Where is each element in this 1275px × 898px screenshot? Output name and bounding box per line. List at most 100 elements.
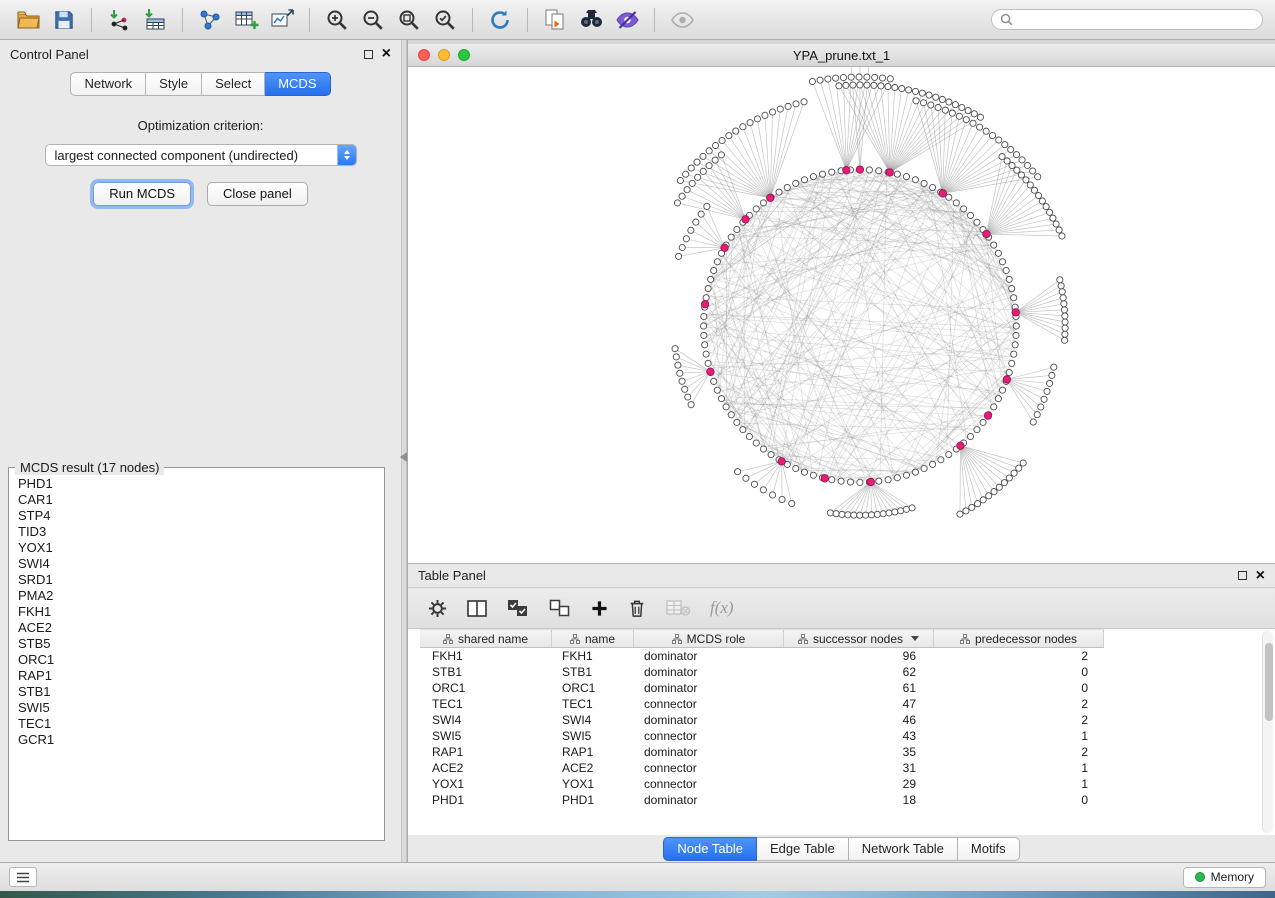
network-hub-node[interactable]: [767, 194, 774, 201]
network-node[interactable]: [700, 323, 706, 329]
network-node[interactable]: [769, 492, 775, 498]
network-node[interactable]: [919, 90, 925, 96]
status-menu-icon[interactable]: [9, 867, 37, 887]
network-node[interactable]: [876, 478, 882, 484]
network-node[interactable]: [1009, 285, 1015, 291]
add-column-icon[interactable]: [591, 600, 608, 617]
network-node[interactable]: [682, 386, 688, 392]
column-header-predecessor-nodes[interactable]: predecessor nodes: [934, 630, 1104, 647]
network-hub-node[interactable]: [886, 169, 893, 176]
network-node[interactable]: [999, 259, 1005, 265]
network-canvas[interactable]: [408, 67, 1275, 563]
network-node[interactable]: [949, 110, 955, 116]
network-node[interactable]: [894, 475, 900, 481]
network-node[interactable]: [1030, 168, 1036, 174]
settings-gear-icon[interactable]: [428, 599, 447, 618]
table-row[interactable]: STB1STB1dominator620: [420, 664, 1104, 680]
column-header-name[interactable]: name: [552, 630, 634, 647]
splitter-collapse-icon[interactable]: [400, 452, 407, 462]
network-node[interactable]: [857, 479, 863, 485]
tab-motifs[interactable]: Motifs: [958, 837, 1020, 861]
network-node[interactable]: [683, 236, 689, 242]
float-panel-icon[interactable]: [364, 50, 373, 59]
network-node[interactable]: [700, 153, 706, 159]
network-hub-node[interactable]: [778, 458, 785, 465]
network-node[interactable]: [1020, 460, 1026, 466]
network-node[interactable]: [839, 511, 845, 517]
network-node[interactable]: [1035, 174, 1041, 180]
network-node[interactable]: [857, 82, 863, 88]
network-node[interactable]: [1019, 157, 1025, 163]
import-network-from-file-icon[interactable]: [103, 5, 135, 35]
network-node[interactable]: [684, 187, 690, 193]
network-node[interactable]: [977, 124, 983, 130]
mcds-node-item[interactable]: FKH1: [18, 604, 384, 620]
network-node[interactable]: [711, 378, 717, 384]
network-node[interactable]: [1034, 412, 1040, 418]
network-node[interactable]: [961, 206, 967, 212]
network-hub-node[interactable]: [742, 216, 749, 223]
network-node[interactable]: [953, 200, 959, 206]
mcds-node-item[interactable]: STP4: [18, 508, 384, 524]
network-node[interactable]: [980, 497, 986, 503]
float-table-panel-icon[interactable]: [1238, 571, 1247, 580]
mcds-node-item[interactable]: ACE2: [18, 620, 384, 636]
network-node[interactable]: [1062, 319, 1068, 325]
network-node[interactable]: [965, 107, 971, 113]
column-layout-icon[interactable]: [467, 600, 487, 617]
network-node[interactable]: [969, 504, 975, 510]
network-node[interactable]: [963, 117, 969, 123]
network-node[interactable]: [829, 169, 835, 175]
panel-splitter[interactable]: [401, 40, 407, 862]
network-node[interactable]: [760, 200, 766, 206]
network-node[interactable]: [1011, 470, 1017, 476]
network-node[interactable]: [1018, 172, 1024, 178]
network-node[interactable]: [672, 346, 678, 352]
network-node[interactable]: [880, 511, 886, 517]
network-node[interactable]: [809, 78, 815, 84]
network-node[interactable]: [1023, 177, 1029, 183]
network-node[interactable]: [1057, 277, 1063, 283]
network-node[interactable]: [1046, 209, 1052, 215]
network-node[interactable]: [706, 148, 712, 154]
global-search-box[interactable]: [991, 9, 1263, 30]
mcds-node-item[interactable]: PMA2: [18, 588, 384, 604]
network-node[interactable]: [892, 509, 898, 515]
network-node[interactable]: [740, 124, 746, 130]
network-node[interactable]: [903, 472, 909, 478]
open-folder-icon[interactable]: [12, 5, 44, 35]
network-node[interactable]: [833, 511, 839, 517]
network-node[interactable]: [762, 112, 768, 118]
network-node[interactable]: [1043, 204, 1049, 210]
network-node[interactable]: [776, 189, 782, 195]
network-node[interactable]: [970, 120, 976, 126]
network-node[interactable]: [674, 200, 680, 206]
table-row[interactable]: SWI5SWI5connector431: [420, 728, 1104, 744]
network-node[interactable]: [705, 360, 711, 366]
network-node[interactable]: [1059, 233, 1065, 239]
network-node[interactable]: [700, 168, 706, 174]
network-node[interactable]: [694, 159, 700, 165]
network-node[interactable]: [887, 76, 893, 82]
network-node[interactable]: [913, 98, 919, 104]
network-node[interactable]: [1062, 337, 1068, 343]
network-node[interactable]: [1062, 313, 1068, 319]
network-node[interactable]: [851, 512, 857, 518]
network-node[interactable]: [850, 82, 856, 88]
network-node[interactable]: [989, 132, 995, 138]
mcds-node-item[interactable]: STB5: [18, 636, 384, 652]
network-node[interactable]: [926, 92, 932, 98]
network-node[interactable]: [825, 76, 831, 82]
network-node[interactable]: [959, 104, 965, 110]
network-node[interactable]: [1060, 295, 1066, 301]
network-node[interactable]: [991, 404, 997, 410]
tab-node-table[interactable]: Node Table: [663, 837, 757, 861]
network-node[interactable]: [746, 433, 752, 439]
network-node[interactable]: [974, 219, 980, 225]
network-node[interactable]: [679, 244, 685, 250]
network-node[interactable]: [760, 487, 766, 493]
network-node[interactable]: [963, 508, 969, 514]
network-node[interactable]: [874, 511, 880, 517]
mcds-node-item[interactable]: YOX1: [18, 540, 384, 556]
table-row[interactable]: ACE2ACE2connector311: [420, 760, 1104, 776]
